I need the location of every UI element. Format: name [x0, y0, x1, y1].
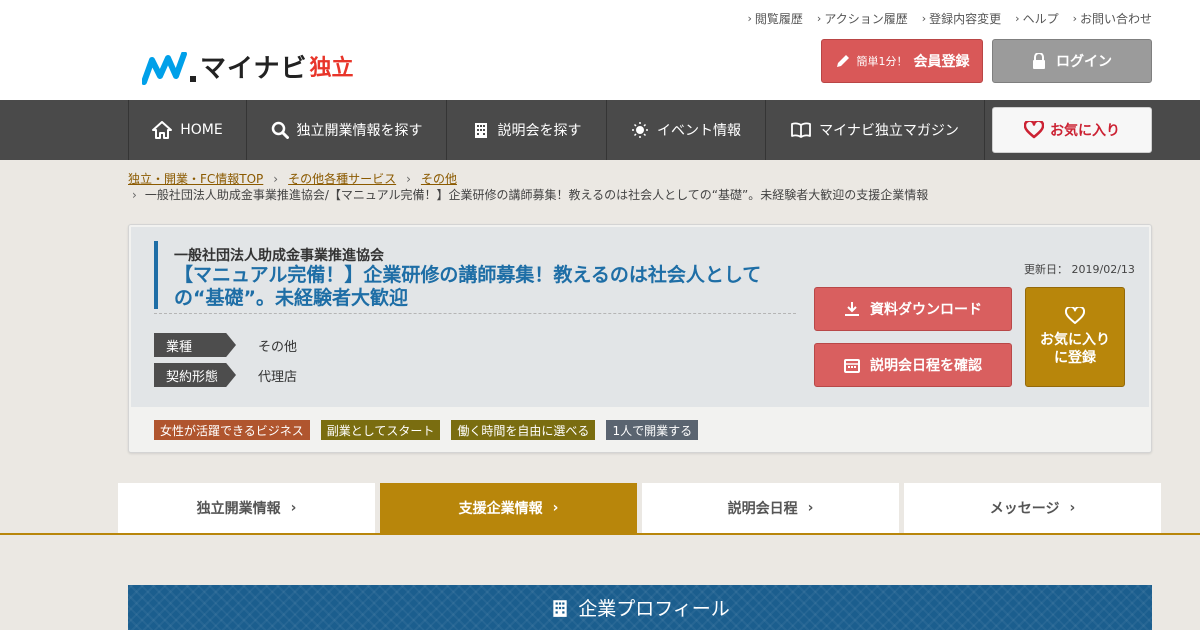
- updated-date: 更新日： 2019/02/13: [1024, 263, 1135, 276]
- building-icon: [474, 123, 487, 138]
- tab-message[interactable]: メッセージ ›: [904, 483, 1161, 533]
- contract-label: 契約形態: [154, 363, 236, 387]
- site-header: › 閲覧履歴 › アクション履歴 › 登録内容変更 › ヘルプ › お問い合わせ マイナビ…: [0, 0, 1200, 100]
- nav-favorites-button[interactable]: お気に入り: [992, 107, 1152, 153]
- top-links: › 閲覧履歴 › アクション履歴 › 登録内容変更 › ヘルプ › お問い合わせ: [748, 10, 1153, 27]
- breadcrumb-link-services[interactable]: その他各種サービス: [288, 172, 396, 186]
- nav-item-events[interactable]: イベント情報: [606, 100, 765, 160]
- section-tabs: 独立開業情報 › 支援企業情報 › 説明会日程 › メッセージ ›: [0, 483, 1200, 535]
- contract-row: 契約形態 代理店: [154, 363, 297, 387]
- industry-row: 業種 その他: [154, 333, 297, 357]
- download-button[interactable]: 資料ダウンロード: [814, 287, 1012, 331]
- logo-sub-text: 独立: [309, 56, 354, 81]
- schedule-button[interactable]: 説明会日程を確認: [814, 343, 1012, 387]
- divider: [154, 313, 796, 314]
- top-link-actions[interactable]: › アクション履歴: [817, 10, 908, 27]
- download-icon: [845, 302, 859, 316]
- feature-tag: 1人で開業する: [606, 420, 699, 440]
- heart-icon: [1024, 121, 1044, 139]
- chevron-right-icon: ›: [816, 12, 822, 25]
- register-label: 会員登録: [913, 54, 970, 70]
- industry-value: その他: [258, 339, 298, 355]
- heart-icon: [1065, 307, 1085, 324]
- company-profile-header: 企業プロフィール: [128, 585, 1152, 630]
- breadcrumb-link-top[interactable]: 独立・開業・FC情報TOP: [128, 172, 263, 186]
- profile-title: 企業プロフィール: [578, 598, 730, 620]
- breadcrumb-link-other[interactable]: その他: [421, 172, 457, 186]
- breadcrumb-current-line: › 一般社団法人助成金事業推進協会/【マニュアル完備！】企業研修の講師募集！教える…: [128, 187, 928, 203]
- chevron-right-icon: ›: [921, 12, 927, 25]
- home-icon: [152, 121, 173, 139]
- chevron-right-icon: ›: [132, 188, 137, 202]
- feature-tag: 女性が活躍できるビジネス: [154, 420, 310, 440]
- login-label: ログイン: [1056, 54, 1112, 70]
- chevron-right-icon: ›: [1069, 500, 1076, 516]
- company-name: 一般社団法人助成金事業推進協会: [174, 248, 384, 264]
- chevron-right-icon: ›: [406, 172, 411, 186]
- tab-business-info[interactable]: 独立開業情報 ›: [118, 483, 375, 533]
- breadcrumb: 独立・開業・FC情報TOP › その他各種サービス › その他 › 一般社団法人助成金事業…: [128, 171, 928, 203]
- chevron-right-icon: ›: [1015, 12, 1020, 25]
- listing-title: 【マニュアル完備！】企業研修の講師募集！教えるのは社会人としての“基礎”。未経験…: [174, 264, 762, 309]
- login-button[interactable]: ログイン: [992, 39, 1152, 83]
- chevron-right-icon: ›: [273, 172, 279, 186]
- industry-label: 業種: [154, 333, 236, 357]
- chevron-right-icon: ›: [1072, 12, 1077, 25]
- register-button[interactable]: 簡単1分！ 会員登録: [821, 39, 983, 83]
- book-icon: [791, 122, 812, 138]
- pencil-icon: [836, 55, 849, 67]
- chevron-right-icon: ›: [807, 500, 814, 516]
- top-link-account[interactable]: › 登録内容変更: [922, 10, 1001, 27]
- top-link-history[interactable]: › 閲覧履歴: [748, 10, 803, 27]
- logo-brand-text: マイナビ: [200, 54, 308, 84]
- breadcrumb-current: 一般社団法人助成金事業推進協会/【マニュアル完備！】企業研修の講師募集！教えるの…: [144, 188, 929, 202]
- top-link-help[interactable]: › ヘルプ: [1015, 10, 1058, 27]
- feature-tags: 女性が活躍できるビジネス 副業としてスタート 働く時間を自由に選べる 1人で開業…: [154, 420, 699, 440]
- contract-value: 代理店: [258, 369, 298, 385]
- breadcrumb-line: 独立・開業・FC情報TOP › その他各種サービス › その他: [128, 171, 928, 187]
- title-accent-bar: [154, 241, 158, 309]
- nav-item-home[interactable]: HOME: [128, 100, 246, 160]
- register-small-label: 簡単1分！: [856, 55, 908, 68]
- feature-tag: 副業としてスタート: [320, 420, 441, 440]
- nav-item-seminars[interactable]: 説明会を探す: [446, 100, 606, 160]
- mynavi-logo-mark-icon: [142, 52, 196, 85]
- chevron-right-icon: ›: [290, 500, 297, 516]
- tab-company-info[interactable]: 支援企業情報 ›: [380, 483, 637, 533]
- search-icon: [271, 121, 289, 139]
- feature-tag: 働く時間を自由に選べる: [451, 420, 596, 440]
- lock-icon: [1033, 53, 1045, 69]
- add-favorite-button[interactable]: お気に入り に登録: [1025, 287, 1125, 387]
- nav-item-search-business[interactable]: 独立開業情報を探す: [246, 100, 446, 160]
- tab-seminar-schedule[interactable]: 説明会日程 ›: [642, 483, 899, 533]
- chevron-right-icon: ›: [747, 12, 752, 25]
- nav-item-magazine[interactable]: マイナビ独立マガジン: [765, 100, 985, 160]
- top-link-contact[interactable]: › お問い合わせ: [1073, 10, 1152, 27]
- calendar-icon: [844, 359, 860, 373]
- lightbulb-icon: [632, 122, 648, 138]
- building-icon: [553, 599, 567, 617]
- site-logo[interactable]: マイナビ 独立: [142, 52, 354, 86]
- chevron-right-icon: ›: [552, 500, 559, 516]
- tabs-underline: [0, 533, 1200, 535]
